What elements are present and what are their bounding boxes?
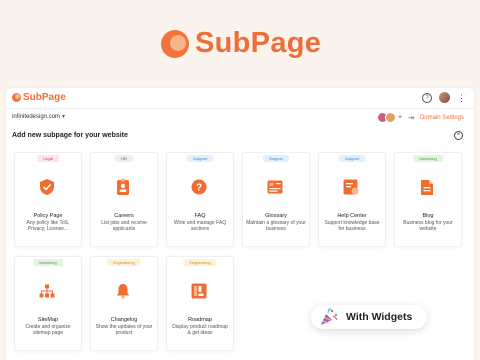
card-description: Any policy like ToS, Privacy, License... [26, 220, 70, 232]
sitemap-icon [38, 282, 56, 300]
card-title: Blog [422, 213, 434, 219]
category-tag: Marketing [413, 155, 443, 162]
help-icon[interactable]: ? [422, 92, 432, 103]
party-popper-icon [321, 308, 338, 325]
card-description: Maintain a glossary of your business [246, 220, 306, 232]
domain-settings-link[interactable]: Domain Settings [420, 115, 464, 121]
svg-text:?: ? [196, 183, 202, 194]
glossary-icon [266, 178, 284, 196]
hero-brand-name: SubPage [195, 27, 322, 59]
with-widgets-badge[interactable]: With Widgets [311, 305, 427, 329]
top-bar-actions: ? ⋮ [422, 92, 466, 103]
hero-header: SubPage [0, 0, 480, 88]
bell-icon [114, 282, 132, 300]
roadmap-icon [190, 282, 208, 300]
card-description: List jobs and receive applicants [101, 220, 147, 232]
category-tag: Legal [37, 155, 59, 162]
section-title: Add new subpage for your website [12, 132, 128, 139]
subpage-card-blog[interactable]: Marketing Blog Business blog for your we… [394, 152, 462, 247]
card-description: Write and manage FAQ sections [173, 220, 227, 232]
category-tag: Support [338, 155, 366, 162]
logo-mark-icon [161, 29, 189, 58]
subpage-card-help-center[interactable]: Support Help Center Support knowledge ba… [318, 152, 386, 247]
domain-name: infinitedesign.com [12, 113, 61, 120]
top-bar: SubPage ? ⋮ [6, 88, 474, 109]
subpage-card-changelog[interactable]: Engineering Changelog Show the updates o… [90, 256, 158, 351]
domain-bar: infinitedesign.com ▾ + ⇥ Domain Settings [6, 109, 474, 127]
category-tag: Support [262, 155, 290, 162]
category-tag: HR [115, 155, 133, 162]
card-title: Help Center [337, 213, 367, 219]
help-center-icon [342, 178, 360, 196]
subpage-card-careers[interactable]: HR Careers List jobs and receive applica… [90, 152, 158, 247]
card-title: Changelog [110, 317, 138, 323]
card-description: Display product roadmap & get ideas [172, 324, 228, 336]
card-description: Show the updates of your product [95, 324, 153, 336]
category-tag: Support [186, 155, 214, 162]
hero-logo: SubPage [161, 27, 321, 60]
domain-selector[interactable]: infinitedesign.com ▾ [12, 113, 66, 121]
card-title: FAQ [194, 213, 206, 219]
domain-bar-actions: + ⇥ Domain Settings [377, 112, 464, 123]
logo-mark-icon [12, 93, 21, 102]
more-options-icon[interactable]: ⋮ [457, 93, 466, 103]
card-title: SiteMap [37, 317, 59, 323]
add-member-button[interactable]: + [398, 114, 402, 121]
subpage-card-faq[interactable]: Support ? FAQ Write and manage FAQ secti… [166, 152, 234, 247]
card-description: Support knowledge base for business [324, 220, 380, 232]
with-widgets-label: With Widgets [346, 311, 413, 323]
card-title: Policy Page [33, 213, 63, 219]
card-title: Glossary [265, 213, 287, 219]
category-tag: Engineering [107, 259, 141, 266]
user-avatar[interactable] [439, 92, 450, 103]
filter-icon: ▾ [62, 114, 66, 120]
category-tag: Engineering [183, 259, 217, 266]
subpage-card-policy-page[interactable]: Legal Policy Page Any policy like ToS, P… [14, 152, 82, 247]
subpage-card-sitemap[interactable]: Marketing SiteMap Create and organize si… [14, 256, 82, 351]
card-title: Roadmap [188, 317, 212, 323]
subpage-card-glossary[interactable]: Support Glossary Maintain a glossary of … [242, 152, 310, 247]
card-description: Create and organize sitemap page [25, 324, 71, 336]
category-tag: Marketing [33, 259, 63, 266]
card-description: Business blog for your website [403, 220, 453, 232]
shield-check-icon [38, 178, 56, 196]
app-logo[interactable]: SubPage [12, 92, 66, 103]
exit-icon[interactable]: ⇥ [408, 114, 414, 122]
team-avatars[interactable]: + [377, 112, 402, 123]
subpage-card-roadmap[interactable]: Engineering Roadmap Display product road… [166, 256, 234, 351]
close-icon[interactable]: × [454, 131, 463, 140]
team-avatar [385, 112, 396, 123]
document-icon [418, 178, 436, 196]
app-brand-name: SubPage [23, 92, 66, 103]
card-title: Careers [114, 213, 134, 219]
question-icon: ? [190, 178, 208, 196]
badge-icon [114, 178, 132, 196]
